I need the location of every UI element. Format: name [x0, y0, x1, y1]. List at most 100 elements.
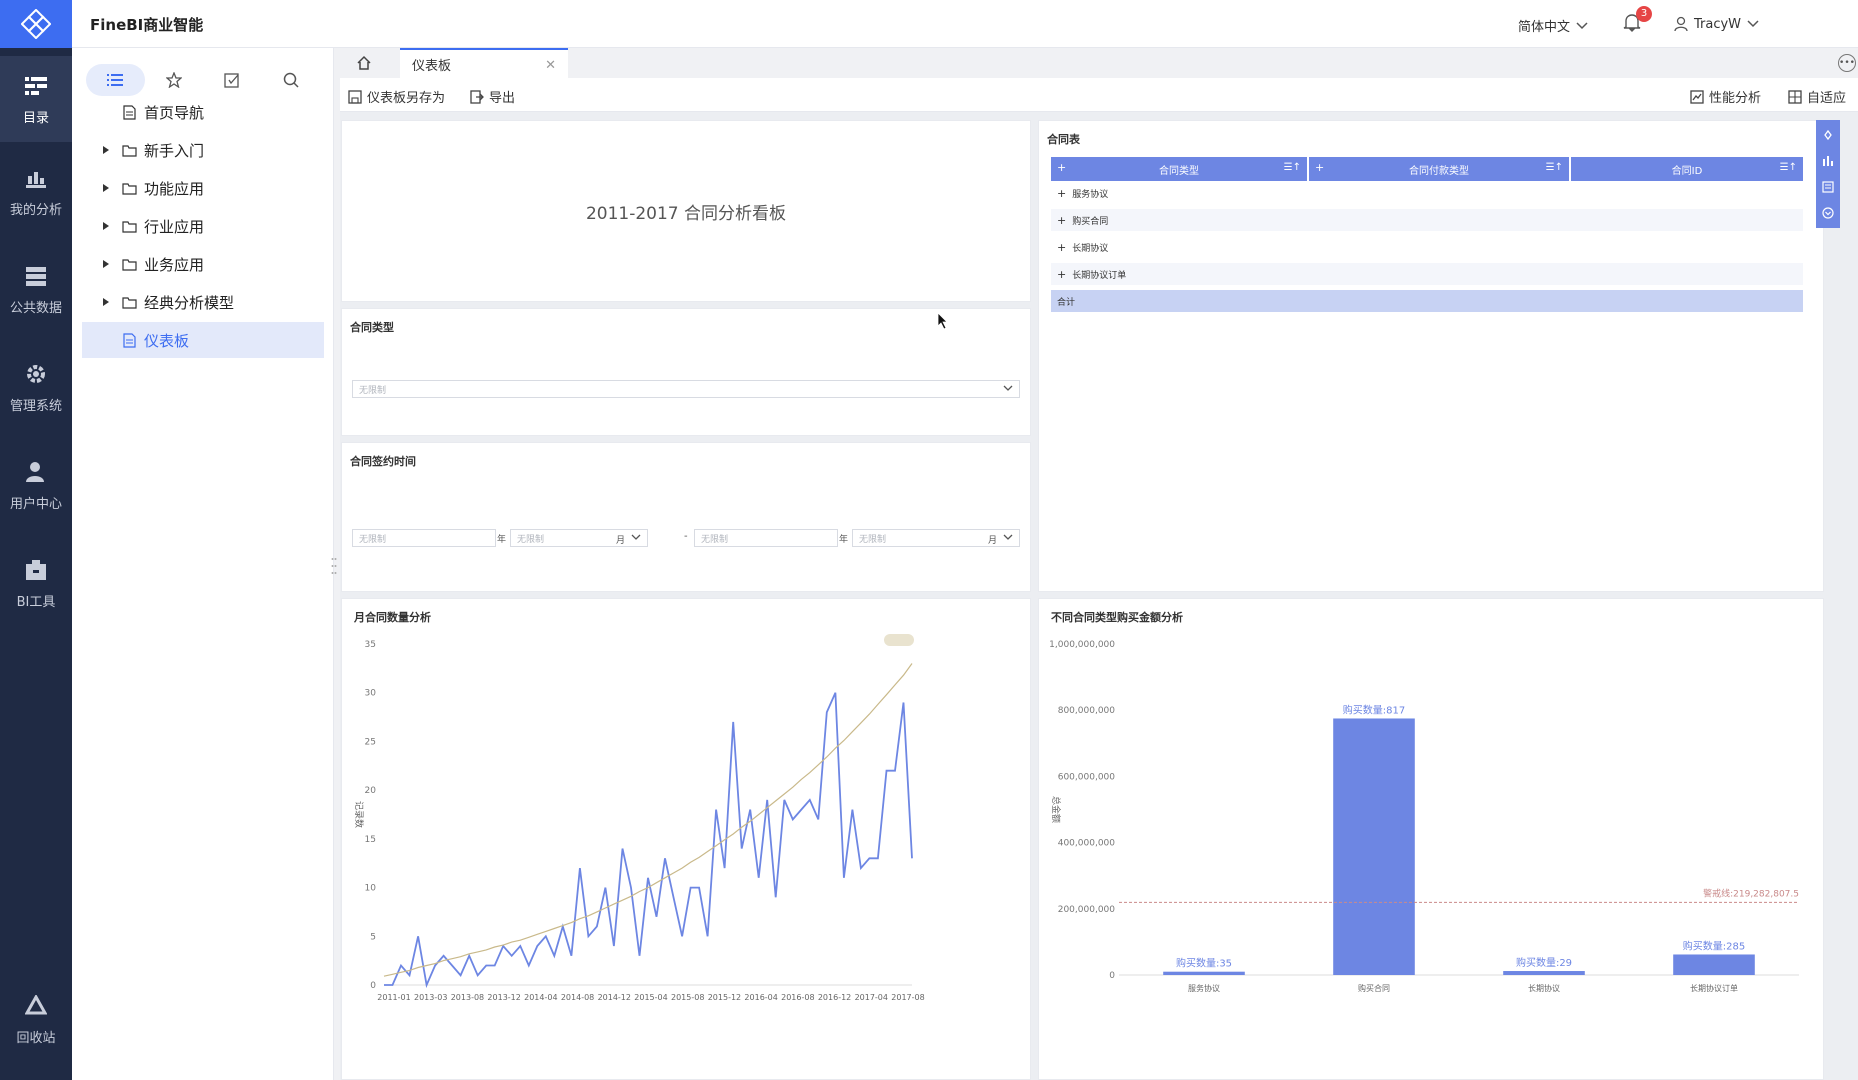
y-tick-label: 10: [365, 884, 377, 894]
sort-icon[interactable]: ☰↑: [1546, 162, 1563, 173]
expand-icon[interactable]: +: [1057, 187, 1066, 200]
tree-item-label: 新手入门: [144, 141, 205, 160]
expand-icon[interactable]: +: [1057, 268, 1066, 281]
y-tick-label: 15: [365, 835, 376, 845]
expand-icon[interactable]: +: [1057, 214, 1066, 227]
tab-dashboard[interactable]: 仪表板 ✕: [400, 48, 568, 78]
export-icon: [470, 89, 484, 104]
table-header-cell[interactable]: + 合同类型 ☰↑: [1051, 157, 1307, 181]
tree-item[interactable]: 首页导航: [82, 94, 324, 130]
tree-item[interactable]: 经典分析模型: [82, 284, 324, 320]
caret-right-icon[interactable]: [98, 142, 114, 158]
nav-item-management[interactable]: 管理系统: [0, 344, 72, 430]
row-label: 购买合同: [1072, 216, 1109, 227]
filter-icon[interactable]: [1817, 176, 1839, 198]
tree-item[interactable]: 新手入门: [82, 132, 324, 168]
caret-right-icon[interactable]: [98, 256, 114, 272]
fine-logo[interactable]: [0, 0, 72, 48]
table-row[interactable]: + 长期协议订单: [1051, 263, 1803, 285]
tab-edit[interactable]: [203, 64, 262, 96]
user-icon: [1674, 16, 1688, 32]
more-options-icon[interactable]: •••: [1838, 54, 1856, 72]
expand-icon[interactable]: +: [1057, 161, 1066, 174]
y-tick-label: 5: [370, 932, 376, 942]
start-year-select[interactable]: 无限制: [352, 529, 496, 547]
nav-label: BI工具: [16, 594, 56, 610]
month-label: 月: [987, 536, 997, 546]
nav-item-catalog[interactable]: 目录: [0, 56, 72, 142]
y-tick-label: 25: [365, 737, 376, 747]
row-label: 长期协议: [1072, 243, 1109, 254]
nav-item-user-center[interactable]: 用户中心: [0, 442, 72, 528]
notification-badge: 3: [1636, 6, 1652, 22]
table-row[interactable]: + 长期协议: [1051, 236, 1803, 258]
dashboard-title: 2011-2017 合同分析看板: [585, 204, 787, 224]
performance-icon: [1690, 89, 1704, 104]
nav-item-my-analysis[interactable]: 我的分析: [0, 148, 72, 234]
performance-button[interactable]: 性能分析: [1690, 87, 1761, 106]
table-row[interactable]: + 服务协议: [1051, 182, 1803, 204]
tree-item[interactable]: 行业应用: [82, 208, 324, 244]
start-month-select[interactable]: 无限制 月: [510, 529, 648, 547]
tab-list[interactable]: [86, 64, 145, 96]
y-tick-label: 800,000,000: [1058, 706, 1116, 716]
sort-icon[interactable]: ☰↑: [1780, 162, 1797, 173]
language-selector[interactable]: 简体中文: [1518, 16, 1588, 35]
trend-toggle-pill: [884, 634, 914, 646]
y-tick-label: 200,000,000: [1058, 905, 1116, 915]
tab-search[interactable]: [262, 64, 321, 96]
caret-right-icon[interactable]: [98, 294, 114, 310]
table-header-cell[interactable]: 合同ID ☰↑: [1571, 157, 1803, 181]
nav-item-bi-tools[interactable]: BI工具: [0, 540, 72, 626]
x-tick-label: 2017-04: [855, 993, 888, 1002]
search-icon: [283, 72, 299, 88]
select-placeholder: 无限制: [359, 534, 387, 545]
y-tick-label: 0: [1109, 971, 1115, 981]
widget-side-toolbar: [1816, 120, 1840, 228]
contract-type-select[interactable]: 无限制: [352, 380, 1020, 398]
nav-item-recycle[interactable]: 回收站: [0, 976, 72, 1062]
export-label: 导出: [489, 91, 516, 106]
tree-item[interactable]: 业务应用: [82, 246, 324, 282]
save-as-button[interactable]: 仪表板另存为: [348, 87, 445, 106]
chart-switch-icon[interactable]: [1817, 150, 1839, 172]
header-label: 合同ID: [1671, 165, 1703, 177]
total-label: 合计: [1057, 297, 1076, 308]
caret-right-icon[interactable]: [98, 180, 114, 196]
month-label: 月: [615, 536, 625, 546]
save-as-label: 仪表板另存为: [367, 91, 446, 106]
tree-item[interactable]: 仪表板: [82, 322, 324, 358]
end-month-select[interactable]: 无限制 月: [852, 529, 1020, 547]
expand-icon[interactable]: +: [1315, 161, 1324, 174]
chevron-down-icon: [1747, 20, 1759, 28]
panel-resize-handle[interactable]: [331, 556, 337, 576]
table-header-cell[interactable]: + 合同付款类型 ☰↑: [1309, 157, 1569, 181]
table-row[interactable]: + 购买合同: [1051, 209, 1803, 231]
caret-right-icon[interactable]: [98, 218, 114, 234]
end-year-select[interactable]: 无限制: [694, 529, 838, 547]
expand-icon[interactable]: +: [1057, 241, 1066, 254]
directory-tabs: [86, 64, 320, 96]
chevron-down-icon: [1003, 534, 1013, 540]
tree-item[interactable]: 功能应用: [82, 170, 324, 206]
tab-dashboard-label: 仪表板: [412, 58, 452, 74]
dropdown-icon[interactable]: [1817, 202, 1839, 224]
select-placeholder: 无限制: [359, 385, 387, 396]
home-tab[interactable]: [350, 52, 378, 74]
x-tick-label: 2014-12: [598, 993, 631, 1002]
user-menu[interactable]: TracyW: [1674, 16, 1759, 32]
y-tick-label: 1,000,000,000: [1049, 640, 1115, 650]
x-tick-label: 2015-12: [708, 993, 741, 1002]
tab-favorites[interactable]: [145, 64, 204, 96]
language-label: 简体中文: [1518, 20, 1571, 35]
export-button[interactable]: 导出: [470, 87, 515, 106]
adaptive-button[interactable]: 自适应: [1788, 87, 1846, 106]
close-icon[interactable]: ✕: [545, 58, 556, 73]
app-title: FineBI商业智能: [90, 16, 204, 34]
nav-item-public-data[interactable]: 公共数据: [0, 246, 72, 332]
x-tick-label: 2013-12: [487, 993, 520, 1002]
purchase-amount-chart-widget: 不同合同类型购买金额分析 0 200,000,000 400,000,000 600,…: [1038, 598, 1824, 1080]
link-icon[interactable]: [1817, 124, 1839, 146]
sort-icon[interactable]: ☰↑: [1284, 162, 1301, 173]
title-widget[interactable]: 2011-2017 合同分析看板: [341, 120, 1031, 302]
